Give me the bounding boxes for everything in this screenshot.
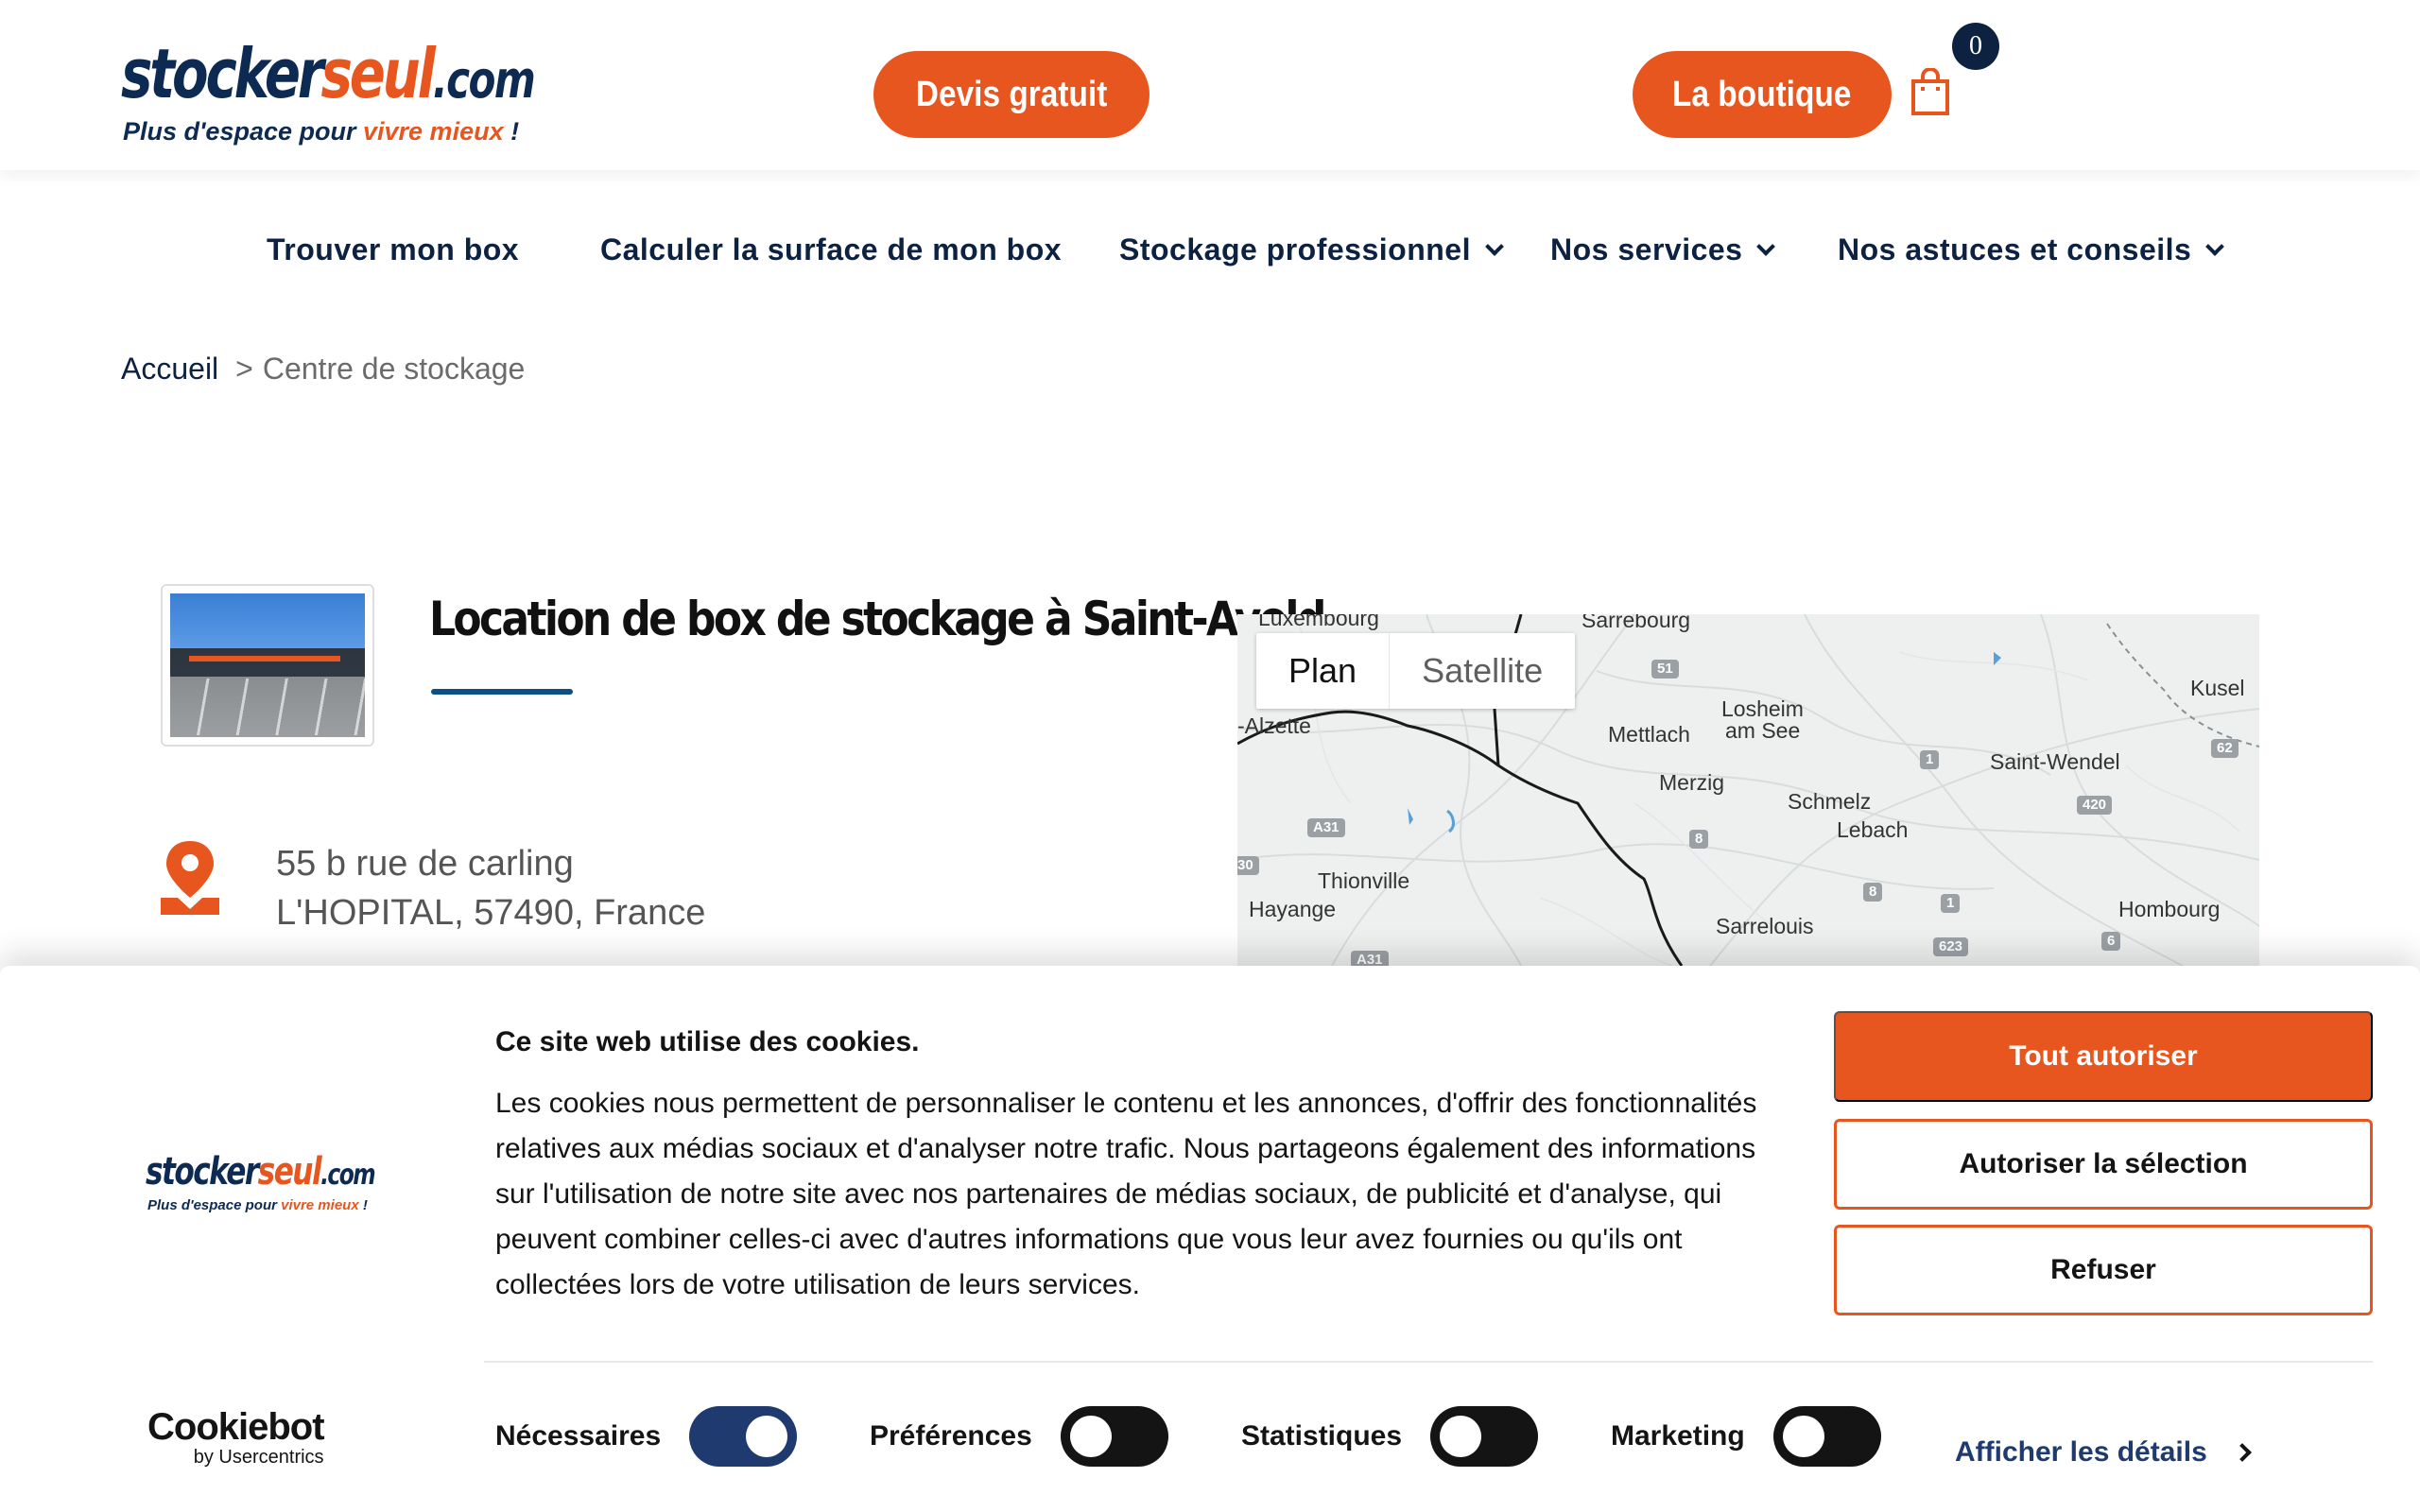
map-label-losheim: Losheim [1721,696,1804,721]
statistics-toggle-switch[interactable] [1430,1406,1539,1467]
consent-toggle-preferences: Préférences [870,1406,1168,1467]
shopping-bag-icon[interactable] [1910,68,1951,117]
logo-tagline: Plus d'espace pour vivre mieux ! [147,1197,368,1213]
road-shield: 51 [1651,660,1679,679]
road-shield: 6 [2101,932,2121,951]
location-pin-icon [161,841,219,915]
location-map[interactable]: Luxembourg Sarrebourg Kusel Losheim am S… [1237,614,2259,966]
road-shield: 623 [1933,937,1969,956]
nav-item-calculate-surface[interactable]: Calculer la surface de mon box [600,232,1062,267]
map-label-sarrelouis: Sarrelouis [1716,914,1814,938]
map-plan-button[interactable]: Plan [1256,633,1389,709]
map-label-sarrebourg: Sarrebourg [1582,614,1691,632]
map-satellite-button[interactable]: Satellite [1389,633,1575,709]
map-type-toggle: Plan Satellite [1256,633,1576,709]
map-label-mettlach: Mettlach [1608,722,1690,747]
map-label-kusel: Kusel [2190,676,2245,700]
cookie-title: Ce site web utilise des cookies. [495,1026,920,1057]
center-address: 55 b rue de carling L'HOPITAL, 57490, Fr… [276,839,705,937]
consent-toggle-necessary: Nécessaires [495,1406,798,1467]
show-details-link[interactable]: Afficher les détails [1955,1436,2252,1469]
page-title: Location de box de stockage à Saint-Avol… [429,592,1326,646]
map-label-am-see: am See [1725,718,1801,743]
breadcrumb-separator: > [235,352,253,386]
road-shield: A31 [1307,818,1345,837]
map-label-hombourg: Hombourg [2118,897,2221,921]
road-shield: 62 [2211,739,2238,758]
allow-selection-button[interactable]: Autoriser la sélection [1834,1119,2373,1210]
map-label-hayange: Hayange [1249,897,1337,921]
logo-wordmark: stockerseul.com [121,34,536,113]
road-shield: 1 [1920,750,1940,769]
map-label-merzig: Merzig [1659,770,1725,795]
cart-count-badge: 0 [1952,23,1999,70]
nav-item-services[interactable]: Nos services [1550,232,1776,267]
nav-item-tips[interactable]: Nos astuces et conseils [1838,232,2225,267]
map-label-alzette: -Alzette [1237,713,1311,738]
breadcrumb: Accueil > Centre de stockage [121,352,525,387]
necessary-toggle-switch[interactable] [689,1406,798,1467]
road-shield: 1 [1941,894,1961,913]
map-label-lebach: Lebach [1837,817,1909,842]
breadcrumb-home-link[interactable]: Accueil [121,352,218,386]
map-label-saint-wendel: Saint-Wendel [1990,749,2120,774]
preferences-toggle-switch[interactable] [1060,1406,1168,1467]
cookiebot-logo[interactable]: Cookiebot by Usercentrics [147,1406,325,1469]
map-label-luxembourg: Luxembourg [1258,614,1379,630]
address-street: 55 b rue de carling [276,844,574,884]
shop-button[interactable]: La boutique [1633,51,1892,138]
logo-tagline: Plus d'espace pour vivre mieux ! [123,117,520,146]
road-shield: 8 [1863,883,1883,902]
address-city: L'HOPITAL, 57490, France [276,893,706,933]
consent-toggle-marketing: Marketing [1611,1406,1881,1467]
refuse-button[interactable]: Refuser [1834,1225,2373,1315]
cookie-description: Les cookies nous permettent de personnal… [495,1088,1757,1300]
allow-all-button[interactable]: Tout autoriser [1834,1011,2373,1102]
center-photo-thumbnail[interactable] [161,584,374,747]
storage-building-photo [170,593,365,737]
map-label-thionville: Thionville [1318,868,1410,893]
cookie-consent-banner: stockerseul.com Plus d'espace pour vivre… [0,966,2420,1512]
free-quote-button[interactable]: Devis gratuit [873,51,1150,138]
title-underline [431,689,573,695]
breadcrumb-current: Centre de stockage [262,352,526,386]
cookie-banner-logo: stockerseul.com Plus d'espace pour vivre… [146,1150,376,1216]
chevron-down-icon [2205,236,2225,256]
site-logo[interactable]: stockerseul.com Plus d'espace pour vivre… [121,34,536,157]
nav-item-professional-storage[interactable]: Stockage professionnel [1119,232,1504,267]
chevron-down-icon [1485,236,1504,256]
road-shield: 30 [1237,856,1259,875]
map-label-schmelz: Schmelz [1788,789,1872,814]
consent-toggle-statistics: Statistiques [1241,1406,1539,1467]
main-navigation: Trouver mon box Calculer la surface de m… [0,232,2420,274]
nav-item-find-box[interactable]: Trouver mon box [267,232,519,267]
logo-wordmark: stockerseul.com [146,1150,376,1194]
road-shield: 420 [2077,796,2113,815]
site-header: stockerseul.com Plus d'espace pour vivre… [0,0,2420,170]
cookie-divider [484,1361,2373,1363]
chevron-down-icon [1756,236,1776,256]
road-shield: 8 [1689,830,1709,849]
road-shield: A31 [1351,951,1389,966]
chevron-right-icon [2232,1443,2252,1462]
marketing-toggle-switch[interactable] [1772,1406,1881,1467]
